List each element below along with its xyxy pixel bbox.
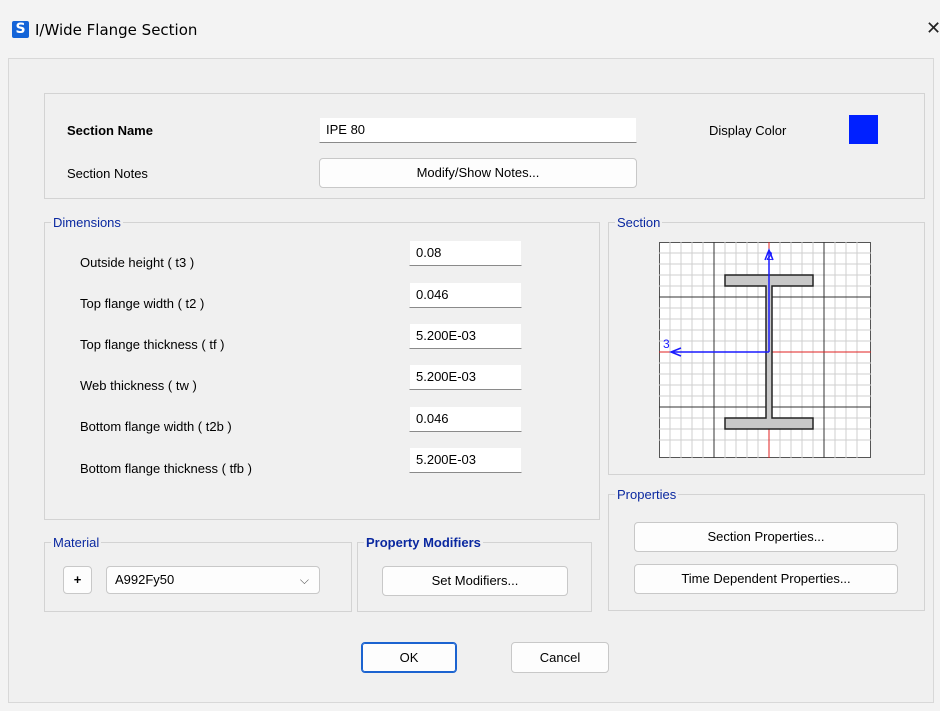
section-name-label: Section Name bbox=[67, 123, 153, 138]
top-flange-width-input[interactable]: 0.046 bbox=[409, 282, 522, 308]
material-group: Material + A992Fy50 ⌵ bbox=[44, 535, 352, 612]
app-logo-icon: S bbox=[12, 21, 29, 38]
dimensions-group: Dimensions Outside height ( t3 ) 0.08 To… bbox=[44, 215, 600, 520]
material-legend: Material bbox=[51, 535, 102, 550]
material-select[interactable]: A992Fy50 ⌵ bbox=[106, 566, 320, 594]
add-material-button[interactable]: + bbox=[63, 566, 92, 594]
section-notes-label: Section Notes bbox=[67, 166, 148, 181]
top-flange-thickness-label: Top flange thickness ( tf ) bbox=[80, 337, 225, 352]
bottom-flange-width-label: Bottom flange width ( t2b ) bbox=[80, 419, 232, 434]
axis-2-label: 2 bbox=[766, 249, 773, 263]
section-properties-button[interactable]: Section Properties... bbox=[634, 522, 898, 552]
property-modifiers-legend: Property Modifiers bbox=[364, 535, 483, 550]
top-flange-width-label: Top flange width ( t2 ) bbox=[80, 296, 205, 311]
web-thickness-input[interactable]: 5.200E-03 bbox=[409, 364, 522, 390]
window-title: I/Wide Flange Section bbox=[35, 21, 198, 39]
outside-height-label: Outside height ( t3 ) bbox=[80, 255, 195, 270]
bottom-flange-thickness-input[interactable]: 5.200E-03 bbox=[409, 447, 522, 473]
modify-show-notes-button[interactable]: Modify/Show Notes... bbox=[319, 158, 637, 188]
section-name-group: Section Name IPE 80 Display Color Sectio… bbox=[44, 93, 925, 199]
section-legend: Section bbox=[615, 215, 663, 230]
title-bar: S I/Wide Flange Section ✕ bbox=[0, 0, 940, 58]
web-thickness-label: Web thickness ( tw ) bbox=[80, 378, 197, 393]
section-preview-group: Section 2 3 bbox=[608, 215, 925, 475]
material-select-value: A992Fy50 bbox=[115, 572, 175, 587]
display-color-swatch[interactable] bbox=[849, 115, 878, 144]
section-preview-canvas: 2 3 bbox=[659, 242, 871, 458]
cancel-button[interactable]: Cancel bbox=[511, 642, 609, 673]
dimensions-legend: Dimensions bbox=[51, 215, 123, 230]
set-modifiers-button[interactable]: Set Modifiers... bbox=[382, 566, 568, 596]
property-modifiers-group: Property Modifiers Set Modifiers... bbox=[357, 535, 592, 612]
chevron-down-icon: ⌵ bbox=[299, 573, 309, 587]
dialog-client: Section Name IPE 80 Display Color Sectio… bbox=[8, 58, 934, 703]
outside-height-input[interactable]: 0.08 bbox=[409, 240, 522, 266]
close-icon[interactable]: ✕ bbox=[926, 18, 940, 39]
ok-button[interactable]: OK bbox=[361, 642, 457, 673]
display-color-label: Display Color bbox=[709, 123, 787, 138]
bottom-flange-thickness-label: Bottom flange thickness ( tfb ) bbox=[80, 461, 252, 476]
top-flange-thickness-input[interactable]: 5.200E-03 bbox=[409, 323, 522, 349]
axis-3-label: 3 bbox=[663, 337, 670, 351]
time-dependent-properties-button[interactable]: Time Dependent Properties... bbox=[634, 564, 898, 594]
section-name-input[interactable]: IPE 80 bbox=[319, 117, 637, 143]
bottom-flange-width-input[interactable]: 0.046 bbox=[409, 406, 522, 432]
properties-legend: Properties bbox=[615, 487, 679, 502]
properties-group: Properties Section Properties... Time De… bbox=[608, 487, 925, 611]
